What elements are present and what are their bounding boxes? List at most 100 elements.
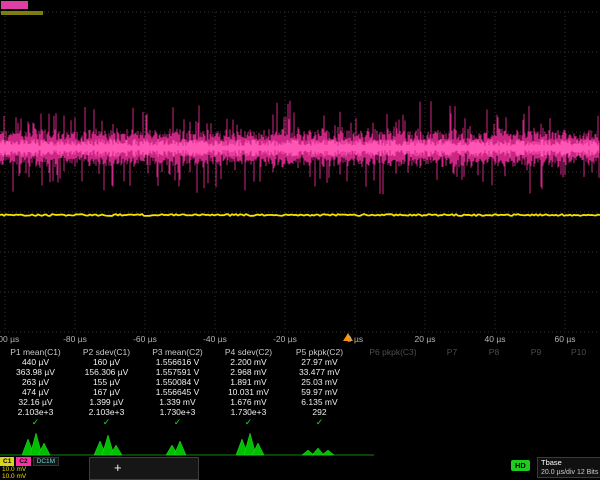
measure-cell: [557, 377, 600, 387]
measure-value: 263 µV: [0, 377, 71, 387]
measure-value: 10.031 mV: [213, 387, 284, 397]
time-tick-label: -40 µs: [203, 334, 227, 344]
measure-value: 1.730e+3: [213, 407, 284, 417]
tbase-label: Tbase: [541, 458, 600, 468]
channel-chip-row: C1 C2 DC1M: [0, 457, 88, 466]
measure-cell: [355, 397, 431, 407]
measure-cell: [515, 397, 557, 407]
param-header[interactable]: P1 mean(C1): [0, 347, 71, 357]
c2-active-indicator: [1, 1, 28, 9]
measure-table: P1 mean(C1)P2 sdev(C1)P3 mean(C2)P4 sdev…: [0, 347, 600, 427]
measure-row: 440 µV160 µV1.556616 V2.200 mV27.97 mV: [0, 357, 600, 367]
measure-value: 2.103e+3: [0, 407, 71, 417]
measure-cell: [473, 367, 515, 377]
measure-cell: [473, 357, 515, 367]
measure-value: 33.477 mV: [284, 367, 355, 377]
measure-row: 263 µV155 µV1.550084 V1.891 mV25.03 mV: [0, 377, 600, 387]
measure-value: 1.550084 V: [142, 377, 213, 387]
measure-cell: [431, 397, 473, 407]
param-header: P7: [431, 347, 473, 357]
param-header: P9: [515, 347, 557, 357]
c2-chip[interactable]: C2: [16, 457, 30, 466]
time-tick-label: 0 µs: [347, 334, 363, 344]
measure-value: 25.03 mV: [284, 377, 355, 387]
measure-cell: [557, 397, 600, 407]
measure-value: 2.103e+3: [71, 407, 142, 417]
c1-chip[interactable]: C1: [0, 457, 14, 466]
measure-value: 1.339 mV: [142, 397, 213, 407]
measure-cell: [473, 387, 515, 397]
measure-cell: [355, 367, 431, 377]
measure-value: 160 µV: [71, 357, 142, 367]
measure-cell: [431, 367, 473, 377]
measure-cell: [431, 387, 473, 397]
param-header[interactable]: P5 pkpk(C2): [284, 347, 355, 357]
parameter-histicons: [0, 429, 600, 459]
measure-value: 27.97 mV: [284, 357, 355, 367]
measure-cell: [557, 417, 600, 427]
measure-cell: [473, 377, 515, 387]
param-header[interactable]: P2 sdev(C1): [71, 347, 142, 357]
status-check: ✓: [213, 417, 284, 427]
hd-badge: HD: [511, 460, 530, 471]
status-check: ✓: [142, 417, 213, 427]
measure-value: 1.891 mV: [213, 377, 284, 387]
measure-value: 32.16 µV: [0, 397, 71, 407]
measure-cell: [515, 407, 557, 417]
measure-cell: [355, 417, 431, 427]
measure-cell: [473, 407, 515, 417]
tbase-settings: 20.0 µs/div 12 Bits: [541, 468, 600, 477]
measure-cell: [355, 407, 431, 417]
crosshair-box[interactable]: +: [89, 457, 199, 480]
measure-cell: [515, 377, 557, 387]
measure-cell: [557, 357, 600, 367]
oscilloscope-screen: -100 µs-80 µs-60 µs-40 µs-20 µs0 µs20 µs…: [0, 0, 600, 480]
measure-row: 32.16 µV1.399 µV1.339 mV1.676 mV6.135 mV: [0, 397, 600, 407]
measure-row: 2.103e+32.103e+31.730e+31.730e+3292: [0, 407, 600, 417]
param-header: P6 pkpk(C3): [355, 347, 431, 357]
time-tick-label: -60 µs: [133, 334, 157, 344]
measure-cell: [557, 367, 600, 377]
bottom-bar: C1 C2 DC1M 10.0 mV 10.0 mV + HD Tbase 20…: [0, 457, 600, 480]
time-axis: -100 µs-80 µs-60 µs-40 µs-20 µs0 µs20 µs…: [0, 333, 600, 346]
measure-row: P1 mean(C1)P2 sdev(C1)P3 mean(C2)P4 sdev…: [0, 347, 600, 357]
measure-value: 2.200 mV: [213, 357, 284, 367]
param-header: P8: [473, 347, 515, 357]
waveform-display[interactable]: [0, 0, 600, 346]
status-text-strip: [1, 11, 43, 15]
status-check: ✓: [0, 417, 71, 427]
measure-cell: [557, 407, 600, 417]
measure-value: 1.557591 V: [142, 367, 213, 377]
measure-value: 156.306 µV: [71, 367, 142, 377]
measure-value: 363.98 µV: [0, 367, 71, 377]
measure-value: 1.556645 V: [142, 387, 213, 397]
param-header[interactable]: P3 mean(C2): [142, 347, 213, 357]
measure-cell: [355, 377, 431, 387]
time-tick-label: 20 µs: [415, 334, 436, 344]
measure-value: 292: [284, 407, 355, 417]
param-header[interactable]: P4 sdev(C2): [213, 347, 284, 357]
c1-offset-value: 10.0 mV: [0, 473, 88, 480]
measure-row: ✓✓✓✓✓: [0, 417, 600, 427]
time-tick-label: -80 µs: [63, 334, 87, 344]
measure-cell: [515, 417, 557, 427]
status-check: ✓: [71, 417, 142, 427]
measure-value: 2.968 mV: [213, 367, 284, 377]
measure-cell: [515, 387, 557, 397]
measure-cell: [515, 367, 557, 377]
measure-value: 1.730e+3: [142, 407, 213, 417]
measure-value: 59.97 mV: [284, 387, 355, 397]
measure-value: 1.556616 V: [142, 357, 213, 367]
timebase-descriptor[interactable]: Tbase 20.0 µs/div 12 Bits: [537, 457, 600, 478]
measure-value: 167 µV: [71, 387, 142, 397]
measure-cell: [515, 357, 557, 367]
c2-coupling-chip: DC1M: [33, 457, 59, 466]
param-header: P10: [557, 347, 600, 357]
measure-value: 474 µV: [0, 387, 71, 397]
channel-descriptor-area[interactable]: C1 C2 DC1M 10.0 mV 10.0 mV: [0, 457, 88, 480]
time-tick-label: 40 µs: [485, 334, 506, 344]
measure-cell: [473, 417, 515, 427]
measure-value: 6.135 mV: [284, 397, 355, 407]
time-tick-label: -20 µs: [273, 334, 297, 344]
measure-value: 1.676 mV: [213, 397, 284, 407]
